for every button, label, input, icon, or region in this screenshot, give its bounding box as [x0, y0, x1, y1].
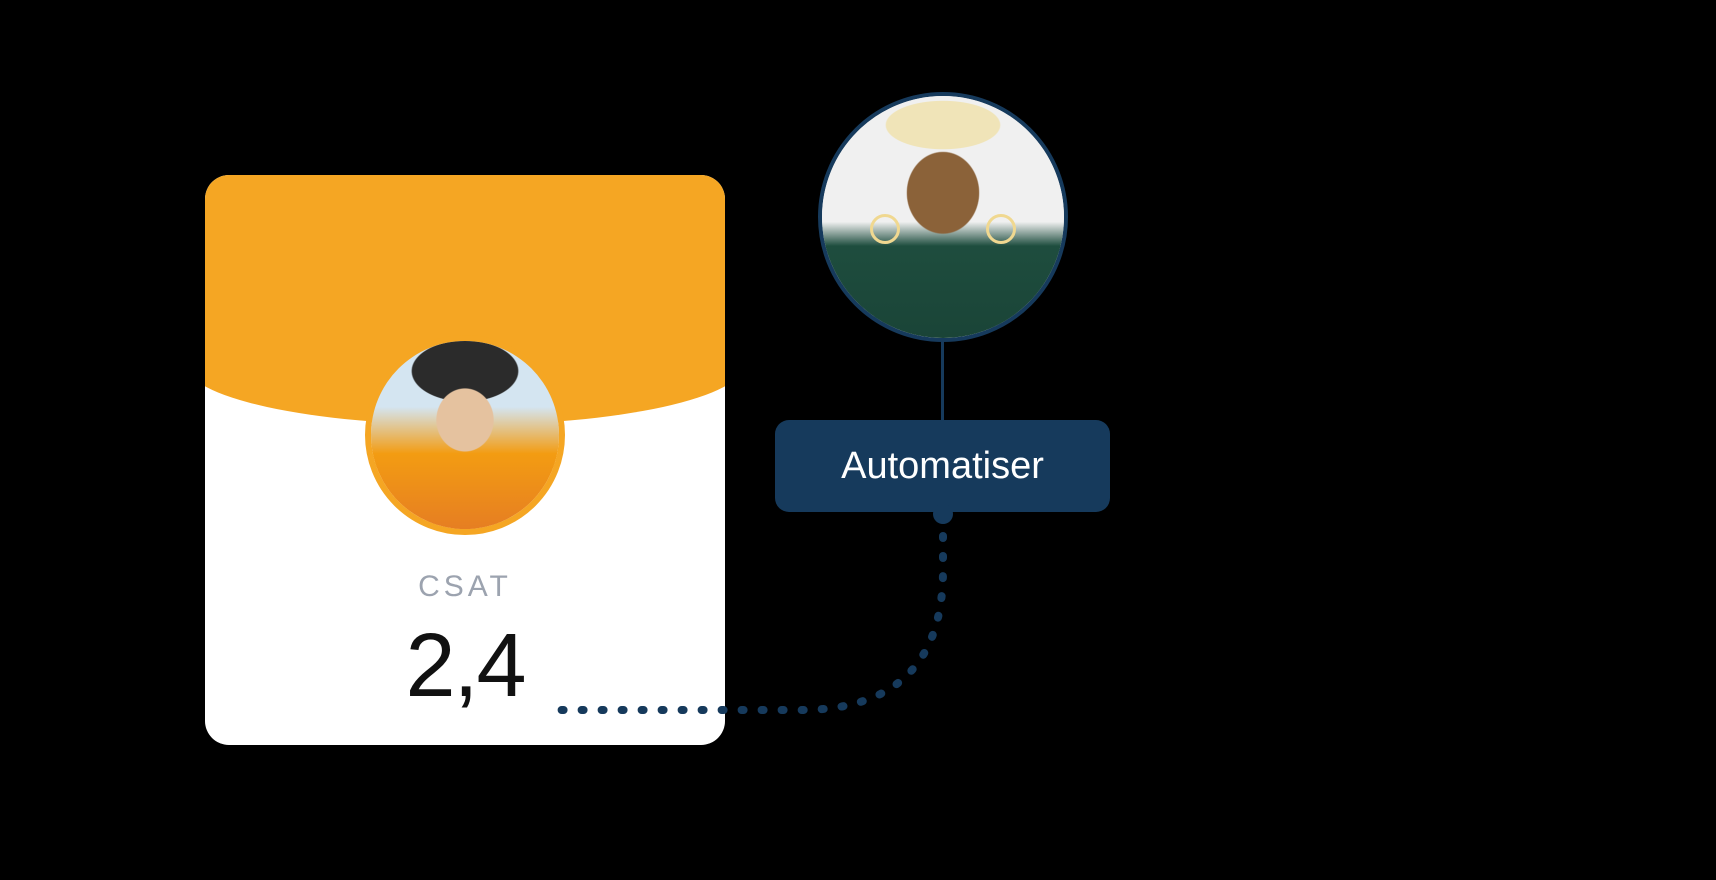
earring-icon	[870, 214, 900, 244]
agent-avatar	[818, 92, 1068, 342]
csat-card: CSAT 2,4	[205, 175, 725, 745]
csat-label: CSAT	[205, 570, 725, 604]
connector-dot-icon	[933, 504, 953, 524]
avatar-placeholder-icon	[822, 96, 1064, 338]
automate-button-label: Automatiser	[841, 445, 1044, 488]
automate-button[interactable]: Automatiser	[775, 420, 1110, 512]
earring-icon	[986, 214, 1016, 244]
connector-line	[941, 340, 944, 422]
avatar-placeholder-icon	[371, 341, 559, 529]
csat-value: 2,4	[205, 615, 725, 718]
customer-avatar	[365, 335, 565, 535]
